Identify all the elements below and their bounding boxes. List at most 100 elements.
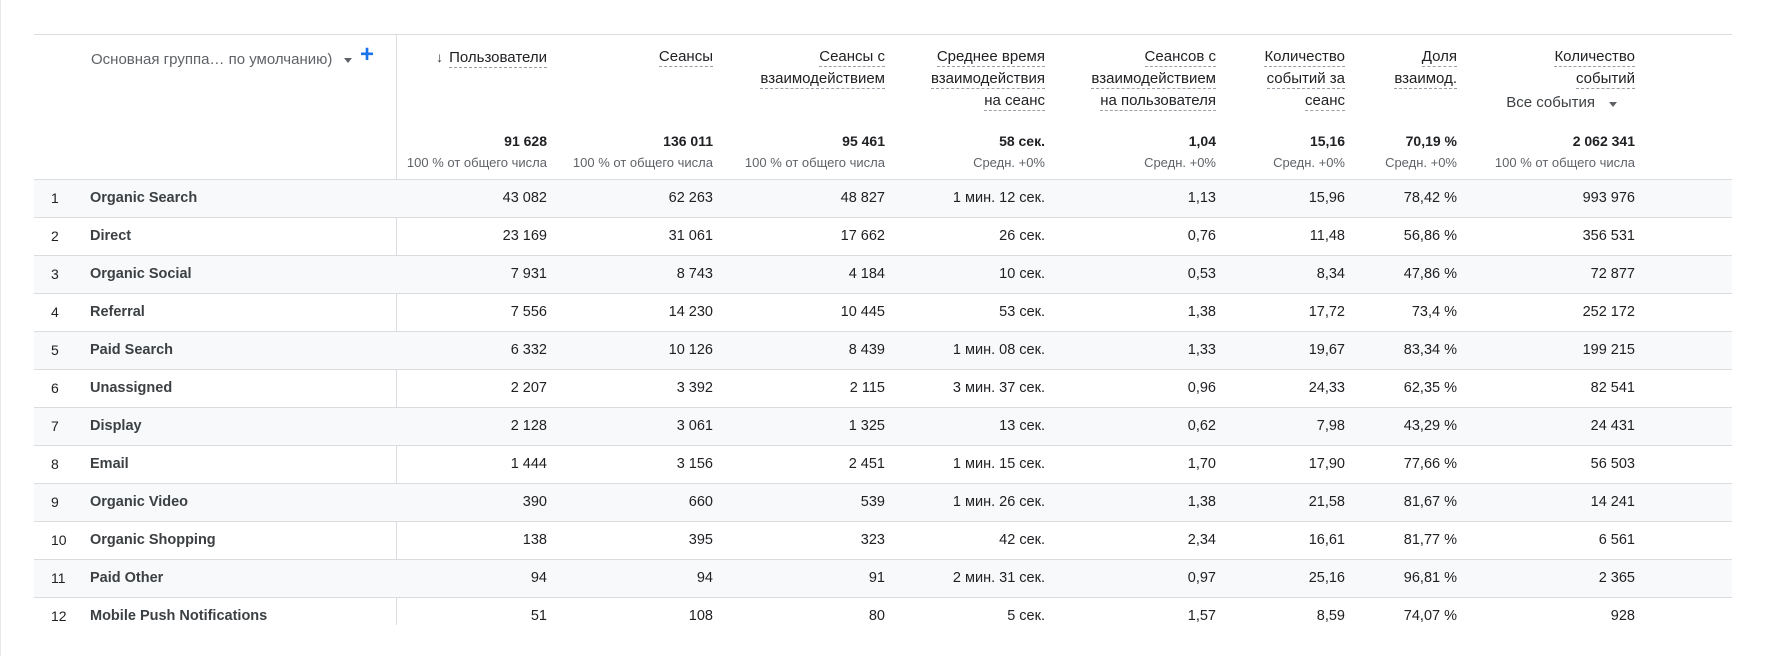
column-header-label: событий за	[1266, 70, 1345, 89]
table-row[interactable]: 5 Paid Search 6 332 10 126 8 439 1 мин. 08 се…	[34, 331, 1732, 369]
metric-cell: 10 445	[840, 304, 885, 320]
metric-cell: 25,16	[1308, 570, 1345, 586]
column-header-label: взаимодействия	[930, 70, 1045, 89]
metric-cell: 5 сек.	[1007, 608, 1045, 624]
metric-cell: 8,34	[1316, 266, 1345, 282]
row-index: 1	[51, 190, 59, 206]
table-row[interactable]: 12 Mobile Push Notifications 51 108 80 5 сек.…	[34, 597, 1732, 635]
column-header-label: Сеансы	[658, 48, 713, 67]
column-total-note: 100 % от общего числа	[1494, 155, 1635, 170]
column-header-label: Пользователи	[449, 49, 547, 68]
metric-cell: 993 976	[1582, 190, 1635, 206]
column-header-label: на сеанс	[984, 92, 1045, 111]
metric-cell: 13 сек.	[999, 418, 1045, 434]
metric-cell: 11,48	[1309, 228, 1345, 244]
metric-cell: 17,72	[1308, 304, 1345, 320]
column-header-label: сеанс	[1305, 92, 1345, 111]
column-total-note: 100 % от общего числа	[744, 155, 885, 170]
dimension-selector[interactable]: Основная группа… по умолчанию)	[91, 51, 353, 68]
metric-cell: 4 184	[848, 266, 885, 282]
column-header-label: взаимодействием	[760, 70, 885, 89]
column-header[interactable]: Сеансов с взаимодействием на пользователя	[1046, 47, 1216, 113]
table-row[interactable]: 7 Display 2 128 3 061 1 325 13 сек. 0,62 7,98 43…	[34, 407, 1732, 445]
channel-group-name: Paid Other	[90, 570, 164, 586]
metric-cell: 24 431	[1590, 418, 1635, 434]
channel-group-name: Email	[90, 456, 129, 472]
metric-cell: 51	[530, 608, 547, 624]
metric-cell: 43 082	[502, 190, 547, 206]
column-total: 91 628	[504, 133, 547, 149]
column-total: 1,04	[1188, 133, 1216, 149]
row-index: 3	[51, 266, 59, 282]
metric-cell: 26 сек.	[999, 228, 1045, 244]
metric-cell: 10 126	[668, 342, 713, 358]
table-row[interactable]: 2 Direct 23 169 31 061 17 662 26 сек. 0,76 11,4…	[34, 217, 1732, 255]
table-row[interactable]: 4 Referral 7 556 14 230 10 445 53 сек. 1,38 17,…	[34, 293, 1732, 331]
metric-cell: 2 207	[510, 380, 547, 396]
metric-cell: 8 743	[676, 266, 713, 282]
channel-group-name: Unassigned	[90, 380, 173, 396]
column-total: 136 011	[663, 133, 713, 149]
metric-cell: 1 325	[848, 418, 885, 434]
table-row[interactable]: 1 Organic Search 43 082 62 263 48 827 1 мин. …	[34, 179, 1732, 217]
metric-cell: 42 сек.	[999, 532, 1045, 548]
channel-group-name: Display	[90, 418, 142, 434]
metric-cell: 2 451	[848, 456, 885, 472]
column-header-label: Количество	[1264, 48, 1345, 67]
metric-cell: 1,13	[1187, 190, 1216, 206]
table-row[interactable]: 6 Unassigned 2 207 3 392 2 115 3 мин. 37 сек.…	[34, 369, 1732, 407]
table-body: 1 Organic Search 43 082 62 263 48 827 1 мин. …	[34, 179, 1732, 635]
metric-cell: 72 877	[1590, 266, 1635, 282]
dimension-header: Основная группа… по умолчанию) +	[34, 35, 396, 180]
metric-cell: 21,58	[1308, 494, 1345, 510]
metric-cell: 356 531	[1582, 228, 1635, 244]
metric-cell: 390	[522, 494, 547, 510]
metric-cell: 16,61	[1308, 532, 1345, 548]
column-header[interactable]: Среднее время взаимодействия на сеанс	[895, 47, 1045, 113]
metric-cell: 3 392	[676, 380, 713, 396]
metric-cell: 199 215	[1582, 342, 1635, 358]
column-header-label: взаимодействием	[1091, 70, 1216, 89]
table-row[interactable]: 11 Paid Other 94 94 91 2 мин. 31 сек. 0,97 25,1…	[34, 559, 1732, 597]
metric-cell: 0,62	[1187, 418, 1216, 434]
metric-cell: 3 мин. 37 сек.	[952, 380, 1045, 396]
event-filter-dropdown[interactable]: Все события	[1435, 93, 1635, 113]
column-header[interactable]: Сеансы с взаимодействием	[720, 47, 885, 91]
table-row[interactable]: 10 Organic Shopping 138 395 323 42 сек. 2,34 16…	[34, 521, 1732, 559]
column-header[interactable]: Сеансы	[563, 47, 713, 69]
metric-cell: 19,67	[1308, 342, 1345, 358]
metric-cell: 17 662	[840, 228, 885, 244]
add-dimension-button[interactable]: +	[360, 43, 374, 67]
metric-cell: 0,97	[1187, 570, 1216, 586]
metric-cell: 1 мин. 08 сек.	[952, 342, 1045, 358]
column-total-note: 100 % от общего числа	[572, 155, 713, 170]
row-index: 9	[51, 494, 59, 510]
column-header[interactable]: Количество событий Все события	[1435, 47, 1635, 113]
column-header[interactable]: Количество событий за сеанс	[1205, 47, 1345, 113]
metric-cell: 80	[868, 608, 885, 624]
metric-cell: 3 061	[676, 418, 713, 434]
column-header[interactable]: ↓ Пользователи	[397, 47, 547, 70]
metric-cell: 395	[688, 532, 713, 548]
channel-group-name: Organic Shopping	[90, 532, 216, 548]
table-row[interactable]: 3 Organic Social 7 931 8 743 4 184 10 сек. 0,5…	[34, 255, 1732, 293]
row-index: 12	[51, 608, 67, 624]
metric-cell: 1 мин. 15 сек.	[952, 456, 1045, 472]
metric-cell: 2 365	[1598, 570, 1635, 586]
column-total: 58 сек.	[999, 133, 1045, 149]
metric-cell: 1,57	[1187, 608, 1216, 624]
channel-group-name: Organic Social	[90, 266, 192, 282]
metric-cell: 91	[868, 570, 885, 586]
metric-cell: 2 115	[849, 380, 885, 396]
metric-cell: 1,33	[1187, 342, 1216, 358]
chevron-down-icon	[1609, 101, 1617, 107]
table-row[interactable]: 8 Email 1 444 3 156 2 451 1 мин. 15 сек. 1,70 1…	[34, 445, 1732, 483]
table-row[interactable]: 9 Organic Video 390 660 539 1 мин. 26 сек. 1,3…	[34, 483, 1732, 521]
column-header-label: на пользователя	[1100, 92, 1216, 111]
metric-cell: 23 169	[502, 228, 547, 244]
column-header-label: Количество	[1554, 48, 1635, 67]
row-index: 8	[51, 456, 59, 472]
metric-cell: 252 172	[1582, 304, 1635, 320]
metric-cell: 0,96	[1187, 380, 1216, 396]
column-header-label: событий	[1575, 70, 1635, 89]
